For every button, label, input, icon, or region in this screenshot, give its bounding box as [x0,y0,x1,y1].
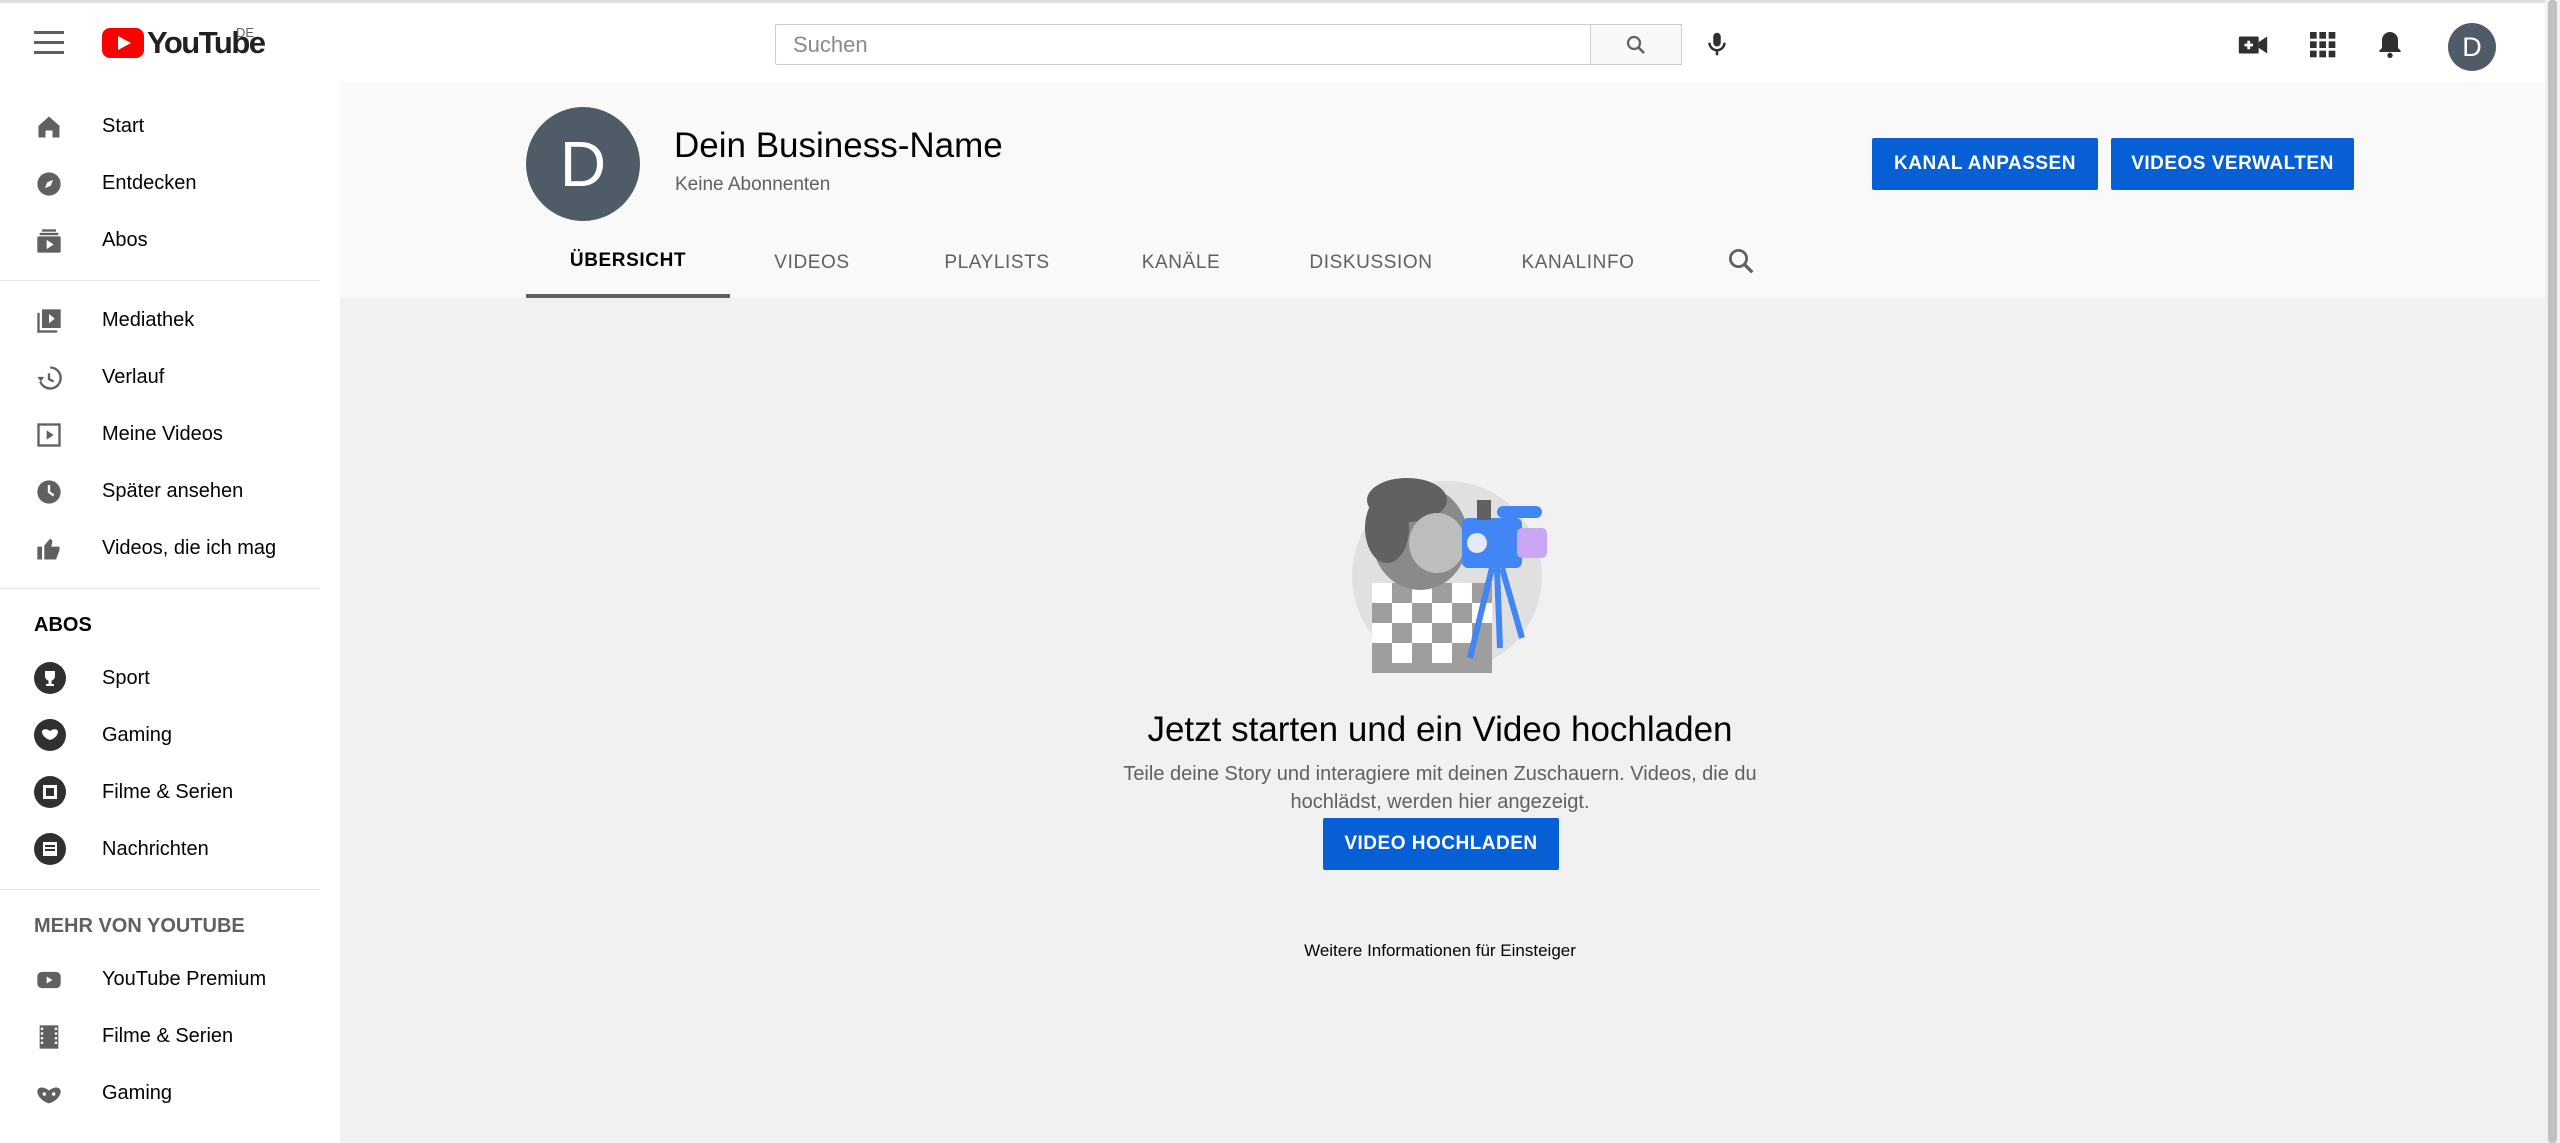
apps-icon[interactable] [2306,28,2338,60]
film-icon [39,1025,59,1049]
search-bar [775,24,1682,65]
home-icon [38,116,60,138]
main-content: D Dein Business-Name Keine Abonnenten KA… [340,82,2545,1143]
sidebar-item-filme-serien[interactable]: Filme & Serien [0,764,340,821]
videos-empty-state: Jetzt starten und ein Video hochladen Te… [340,298,2545,1143]
search-icon [1626,35,1645,54]
sidebar-item-nachrichten[interactable]: Nachrichten [0,821,340,878]
sidebar-item-label: Entdecken [102,172,197,194]
film-icon [34,776,66,808]
gaming-icon [34,719,66,751]
sidebar-item-sport[interactable]: Sport [0,650,340,707]
mic-icon[interactable] [1702,29,1732,59]
sidebar-item-mediathek[interactable]: Mediathek [0,292,340,349]
avatar[interactable]: D [2448,23,2496,71]
news-icon [34,833,66,865]
tab-kanaele[interactable]: KANÄLE [1100,228,1262,298]
sidebar-item-label: Abos [102,229,148,251]
sidebar-item-gaming-more[interactable]: Gaming [0,1065,340,1122]
abos-heading: ABOS [34,614,92,636]
sidebar-item-label: Mediathek [102,309,195,331]
learn-more-link[interactable]: Weitere Informationen für Einsteiger [340,941,2540,961]
notifications-icon[interactable] [2374,28,2406,60]
sidebar-item-label: Gaming [102,724,173,746]
search-button[interactable] [1591,24,1682,65]
menu-icon[interactable] [34,31,64,55]
sidebar-item-verlauf[interactable]: Verlauf [0,349,340,406]
channel-header: D Dein Business-Name Keine Abonnenten KA… [340,82,2545,298]
empty-state-description: Teile deine Story und interagiere mit de… [1123,763,1757,813]
sidebar-item-label: Meine Videos [102,423,223,445]
trophy-icon [34,662,66,694]
library-icon [37,309,61,333]
sidebar: Start Entdecken Abos Mediathek Verlauf M… [0,82,340,1143]
divider [0,280,320,281]
empty-state-title: Jetzt starten und ein Video hochladen [1147,710,1733,749]
tab-uebersicht[interactable]: ÜBERSICHT [526,228,730,298]
like-icon [37,538,60,560]
sidebar-item-label: Filme & Serien [102,781,234,803]
channel-search-icon[interactable] [1726,246,1756,276]
tab-kanalinfo[interactable]: KANALINFO [1480,228,1676,298]
subscriptions-icon [37,229,61,253]
tab-playlists[interactable]: PLAYLISTS [894,228,1100,298]
sidebar-item-entdecken[interactable]: Entdecken [0,155,340,212]
divider [0,588,320,589]
sidebar-item-label: Start [102,115,145,137]
sidebar-item-abos[interactable]: Abos [0,212,340,269]
top-bar: YouTube DE D [0,0,2545,82]
search-input[interactable] [775,24,1591,65]
sidebar-item-filme-serien-more[interactable]: Filme & Serien [0,1008,340,1065]
upload-video-button[interactable]: VIDEO HOCHLADEN [1323,818,1559,870]
channel-avatar: D [526,107,640,221]
sidebar-item-spaeter-ansehen[interactable]: Später ansehen [0,463,340,520]
channel-tabs: ÜBERSICHT VIDEOS PLAYLISTS KANÄLE DISKUS… [526,228,1676,298]
manage-videos-button[interactable]: VIDEOS VERWALTEN [2111,138,2354,190]
sidebar-item-youtube-premium[interactable]: YouTube Premium [0,951,340,1008]
history-icon [37,366,62,390]
sidebar-item-label: Videos, die ich mag [102,537,277,559]
sidebar-item-label: Gaming [102,1082,173,1104]
country-code: DE [236,25,255,40]
videographer-illustration [1352,478,1547,673]
sidebar-item-label: Sport [102,667,150,689]
customize-channel-button[interactable]: KANAL ANPASSEN [1872,138,2098,190]
sidebar-item-meine-videos[interactable]: Meine Videos [0,406,340,463]
sidebar-item-start[interactable]: Start [0,98,340,155]
sidebar-item-label: Später ansehen [102,480,244,502]
watch-later-icon [37,480,61,504]
gaming-icon [37,1087,61,1104]
create-video-icon[interactable] [2236,28,2270,62]
more-from-youtube-heading: MEHR VON YOUTUBE [34,915,245,937]
explore-icon [37,172,61,196]
sidebar-item-videos-die-ich-mag[interactable]: Videos, die ich mag [0,520,340,577]
youtube-play-icon [102,28,144,58]
youtube-premium-icon [37,971,61,989]
channel-name: Dein Business-Name [674,126,1003,165]
sidebar-item-label: Verlauf [102,366,165,388]
sidebar-item-label: Nachrichten [102,838,209,860]
your-videos-icon [37,423,61,447]
scrollbar-thumb[interactable] [2548,0,2557,1143]
tab-videos[interactable]: VIDEOS [730,228,894,298]
youtube-logo[interactable]: YouTube DE [102,25,266,61]
subscriber-count: Keine Abonnenten [675,174,831,195]
sidebar-item-label: YouTube Premium [102,968,267,990]
sidebar-item-gaming[interactable]: Gaming [0,707,340,764]
divider [0,889,320,890]
sidebar-item-label: Filme & Serien [102,1025,234,1047]
tab-diskussion[interactable]: DISKUSSION [1262,228,1480,298]
